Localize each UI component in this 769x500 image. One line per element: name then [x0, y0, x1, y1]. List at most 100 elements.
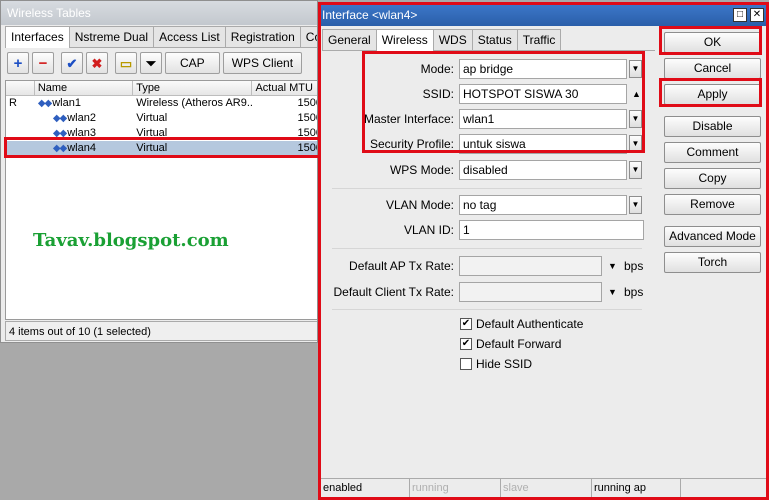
row-flag: R: [9, 97, 17, 109]
interfaces-table: Name Type Actual MTU R ◆◆wlan1 Wireless …: [5, 80, 317, 320]
column-header-name[interactable]: Name: [35, 81, 134, 95]
row-mtu: 1500: [297, 112, 317, 124]
default-authenticate-checkbox[interactable]: ✔: [460, 318, 472, 330]
dropdown-icon[interactable]: ▼: [629, 135, 642, 153]
copy-button[interactable]: Copy: [664, 168, 761, 189]
default-client-tx-rate-label: Default Client Tx Rate:: [333, 285, 455, 299]
column-header-type[interactable]: Type: [133, 81, 253, 95]
master-interface-label: Master Interface:: [363, 112, 454, 126]
default-ap-tx-rate-field[interactable]: [459, 256, 602, 276]
status-running-ap: running ap: [592, 479, 681, 497]
torch-button[interactable]: Torch: [664, 252, 761, 273]
dropdown-icon[interactable]: ▼: [629, 60, 642, 78]
unit-bps: bps: [624, 259, 644, 273]
tab-registration[interactable]: Registration: [224, 26, 301, 47]
add-icon[interactable]: +: [7, 52, 29, 74]
vlan-mode-select[interactable]: no tag: [459, 195, 627, 215]
enable-icon[interactable]: ✔: [61, 52, 83, 74]
column-header-flag[interactable]: [6, 81, 35, 95]
remove-icon[interactable]: −: [32, 52, 54, 74]
default-client-tx-rate-field[interactable]: [459, 282, 602, 302]
tab-interfaces[interactable]: Interfaces: [5, 26, 70, 48]
divider: [332, 188, 642, 189]
row-type: Virtual: [136, 142, 168, 154]
advanced-mode-button[interactable]: Advanced Mode: [664, 226, 761, 247]
row-name: wlan3: [67, 127, 96, 139]
tab-traffic[interactable]: Traffic: [516, 29, 562, 50]
filter-icon[interactable]: ⏷: [140, 52, 162, 74]
row-name: wlan1: [52, 97, 81, 109]
dropdown-icon[interactable]: ▼: [608, 282, 617, 302]
divider: [332, 248, 642, 249]
status-bar: 4 items out of 10 (1 selected): [5, 321, 317, 341]
interface-tabs: General Wireless WDS Status Traffic: [322, 29, 562, 51]
default-authenticate-row[interactable]: ✔ Default Authenticate: [460, 315, 583, 333]
apply-button[interactable]: Apply: [664, 84, 761, 105]
checkbox-label: Hide SSID: [476, 357, 533, 371]
wps-mode-label: WPS Mode:: [389, 163, 454, 177]
window-title: Wireless Tables: [1, 1, 317, 25]
maximize-icon[interactable]: □: [733, 8, 747, 22]
toolbar: + − ✔ ✖ ▭ ⏷ CAP WPS Client: [5, 47, 317, 78]
ok-button[interactable]: OK: [664, 32, 761, 53]
table-row[interactable]: ◆◆wlan2 Virtual 1500: [6, 111, 317, 126]
dropdown-icon[interactable]: ▼: [629, 196, 642, 214]
tab-wds[interactable]: WDS: [432, 29, 473, 50]
virtual-interface-icon: ◆◆: [52, 143, 67, 154]
checkbox-label: Default Forward: [476, 337, 562, 351]
column-header-mtu[interactable]: Actual MTU: [252, 81, 317, 95]
tab-wireless[interactable]: Wireless: [375, 29, 434, 51]
disable-button[interactable]: Disable: [664, 116, 761, 137]
row-type: Wireless (Atheros AR9...: [136, 97, 253, 109]
virtual-interface-icon: ◆◆: [52, 128, 67, 139]
hide-ssid-row[interactable]: Hide SSID: [460, 355, 532, 373]
remove-button[interactable]: Remove: [664, 194, 761, 215]
status-bar: enabled running slave running ap: [321, 478, 766, 497]
tab-nstreme-dual[interactable]: Nstreme Dual: [68, 26, 155, 47]
divider: [332, 309, 642, 310]
row-mtu: 1500: [297, 97, 317, 109]
row-mtu: 1500: [297, 127, 317, 139]
wireless-tables-window: Wireless Tables Interfaces Nstreme Dual …: [0, 0, 318, 343]
virtual-interface-icon: ◆◆: [52, 113, 67, 124]
wps-mode-select[interactable]: disabled: [459, 160, 627, 180]
table-row[interactable]: ◆◆wlan3 Virtual 1500: [6, 126, 317, 141]
default-forward-row[interactable]: ✔ Default Forward: [460, 335, 561, 353]
dropdown-icon[interactable]: ▼: [629, 161, 642, 179]
status-running: running: [410, 479, 501, 497]
table-header: Name Type Actual MTU: [6, 81, 317, 96]
collapse-up-icon[interactable]: ▲: [632, 84, 641, 104]
tab-status[interactable]: Status: [471, 29, 518, 50]
mode-select[interactable]: ap bridge: [459, 59, 627, 79]
tab-access-list[interactable]: Access List: [153, 26, 226, 47]
comment-icon[interactable]: ▭: [115, 52, 137, 74]
default-forward-checkbox[interactable]: ✔: [460, 338, 472, 350]
window-title: Interface <wlan4>: [321, 5, 766, 26]
table-row-selected[interactable]: ◆◆wlan4 Virtual 1500: [6, 141, 317, 156]
table-row[interactable]: R ◆◆wlan1 Wireless (Atheros AR9... 1500: [6, 96, 317, 111]
master-interface-select[interactable]: wlan1: [459, 109, 627, 129]
row-name: wlan2: [67, 112, 96, 124]
row-flag: [6, 141, 35, 156]
close-icon[interactable]: ✕: [750, 8, 764, 22]
checkbox-label: Default Authenticate: [476, 317, 584, 331]
wps-client-button[interactable]: WPS Client: [222, 52, 303, 74]
status-slave: slave: [501, 479, 592, 497]
tab-general[interactable]: General: [322, 29, 377, 50]
cap-button[interactable]: CAP: [165, 52, 220, 74]
cancel-button[interactable]: Cancel: [664, 58, 761, 79]
dropdown-icon[interactable]: ▼: [608, 256, 617, 276]
vlan-id-field[interactable]: 1: [459, 220, 644, 240]
ssid-field[interactable]: HOTSPOT SISWA 30: [459, 84, 627, 104]
row-name: wlan4: [67, 142, 96, 154]
security-profile-select[interactable]: untuk siswa: [459, 134, 627, 154]
tab-connect-list[interactable]: Connect List: [299, 26, 317, 47]
disable-icon[interactable]: ✖: [86, 52, 108, 74]
wireless-settings-panel: Mode: ap bridge ▼ SSID: HOTSPOT SISWA 30…: [322, 50, 655, 470]
comment-button[interactable]: Comment: [664, 142, 761, 163]
row-type: Virtual: [136, 112, 168, 124]
vlan-mode-label: VLAN Mode:: [385, 198, 454, 212]
vlan-id-label: VLAN ID:: [403, 223, 454, 237]
hide-ssid-checkbox[interactable]: [460, 358, 472, 370]
dropdown-icon[interactable]: ▼: [629, 110, 642, 128]
